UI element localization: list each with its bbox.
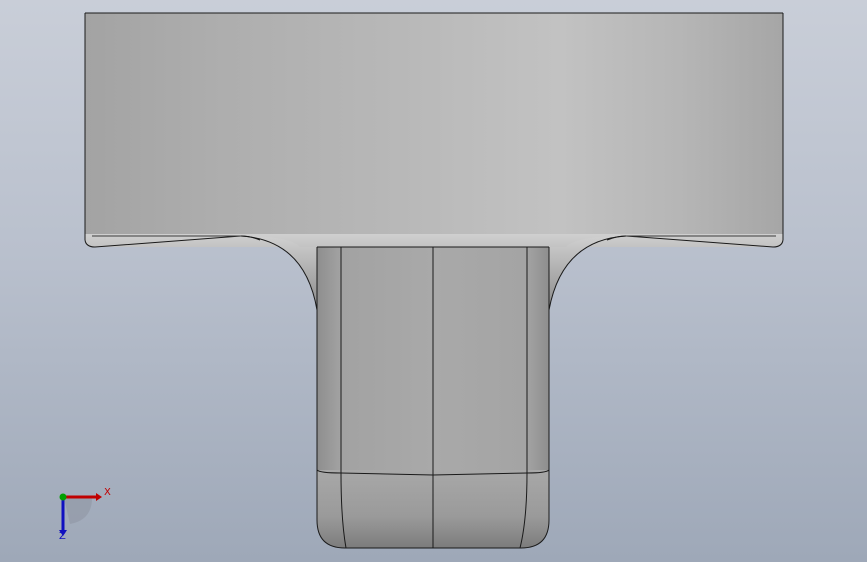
coordinate-triad: X Z: [44, 478, 124, 548]
triad-shadow: [64, 498, 92, 524]
x-axis-label: X: [104, 487, 111, 498]
z-axis-label: Z: [59, 531, 66, 542]
x-axis-arrow-icon: [96, 493, 102, 501]
y-axis-dot-icon: [59, 493, 67, 501]
cad-viewport[interactable]: X Z: [0, 0, 867, 562]
triad-graphic: [59, 493, 102, 536]
model-scene[interactable]: [0, 0, 867, 562]
top-block-face[interactable]: [85, 13, 783, 234]
